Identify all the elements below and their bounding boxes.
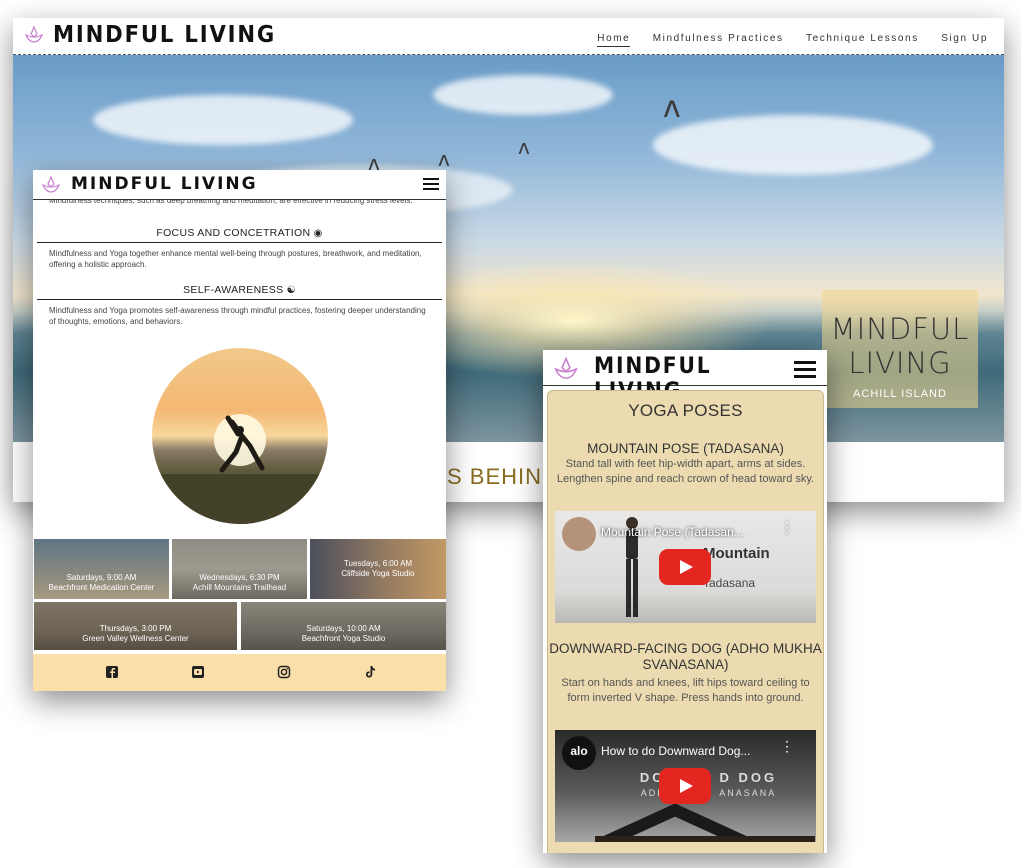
- video-overlay-subtext: Tadasana: [703, 576, 756, 590]
- nav-link-sign-up[interactable]: Sign Up: [941, 33, 988, 44]
- nav-link-technique-lessons[interactable]: Technique Lessons: [806, 33, 919, 44]
- class-tile[interactable]: Wednesdays, 6:30 PM Achill Mountains Trai…: [172, 539, 307, 599]
- pose-title: MOUNTAIN POSE (TADASANA): [587, 441, 784, 456]
- yin-yang-icon: ☯: [286, 285, 296, 296]
- hamburger-menu-icon[interactable]: [423, 178, 439, 193]
- class-place: Beachfront Medication Center: [48, 583, 155, 592]
- video-title: Mountain Pose (Tadasan...: [601, 525, 744, 539]
- bird-icon: ᴧ: [663, 90, 681, 125]
- section-title-text: FOCUS AND CONCETRATION: [156, 227, 311, 239]
- class-place: Beachfront Yoga Studio: [301, 634, 386, 643]
- lotus-logo-icon: [41, 175, 61, 193]
- mobile-screenshot: MINDFUL LIVING YOGA POSES MOUNTAIN POSE …: [543, 350, 827, 853]
- class-tile[interactable]: Saturdays, 9:00 AM Beachfront Medication …: [34, 539, 169, 599]
- yoga-poses-panel: YOGA POSES MOUNTAIN POSE (TADASANA) Stan…: [547, 390, 824, 853]
- section-title-focus: FOCUS AND CONCETRATION ◉: [37, 227, 442, 243]
- yoga-silhouette-icon: [152, 414, 328, 524]
- youtube-icon[interactable]: [191, 665, 205, 679]
- youtube-play-icon[interactable]: [659, 768, 711, 804]
- section-text-self-awareness: Mindfulness and Yoga promotes self-aware…: [49, 306, 426, 326]
- video-title: How to do Downward Dog...: [601, 744, 751, 758]
- nav-link-home[interactable]: Home: [597, 33, 631, 47]
- bird-icon: ᴧ: [438, 147, 450, 171]
- class-tile[interactable]: Saturdays, 10:00 AM Beachfront Yoga Studi…: [241, 602, 446, 650]
- bird-icon: ᴧ: [518, 135, 530, 159]
- class-place: Green Valley Wellness Center: [82, 634, 189, 643]
- downward-dog-figure: [595, 803, 815, 842]
- channel-logo-icon: alo: [562, 736, 596, 770]
- cloud-shape: [653, 115, 933, 175]
- video-embed[interactable]: Mountain Tadasana Mountain Pose (Tadasan…: [555, 511, 816, 623]
- class-time: Thursdays, 3:00 PM: [99, 624, 172, 633]
- class-time: Saturdays, 10:00 AM: [306, 624, 381, 633]
- mobile-navbar: MINDFUL LIVING: [543, 350, 827, 404]
- eye-icon: ◉: [313, 228, 323, 239]
- class-tile[interactable]: Tuesdays, 6:00 AM Cliffside Yoga Studio: [310, 539, 446, 599]
- pose-description: Stand tall with feet hip-width apart, ar…: [556, 458, 815, 485]
- more-options-icon[interactable]: ⋮: [780, 520, 794, 534]
- video-embed[interactable]: alo How to do Downward Dog... ⋮ DOWN D D…: [555, 730, 816, 842]
- instagram-icon[interactable]: [277, 665, 291, 679]
- youtube-play-icon[interactable]: [659, 549, 711, 585]
- lotus-logo-icon: [554, 356, 578, 379]
- tablet-content: Mindfulness techniques, such as deep bre…: [33, 196, 446, 539]
- panel-title: YOGA POSES: [628, 401, 743, 420]
- more-options-icon[interactable]: ⋮: [780, 739, 794, 753]
- facebook-icon[interactable]: [105, 665, 119, 679]
- tablet-navbar: MINDFUL LIVING: [33, 170, 446, 200]
- brand-name[interactable]: MINDFUL LIVING: [71, 174, 258, 194]
- section-title-text: SELF-AWARENESS: [183, 284, 284, 296]
- class-time: Saturdays, 9:00 AM: [66, 573, 137, 582]
- hero-title: MINDFUL LIVING: [830, 312, 970, 380]
- cloud-shape: [93, 95, 353, 145]
- class-time: Tuesdays, 6:00 AM: [343, 559, 413, 568]
- hero-subtitle: ACHILL ISLAND: [853, 388, 947, 400]
- class-tile[interactable]: Thursdays, 3:00 PM Green Valley Wellness …: [34, 602, 237, 650]
- pose-description: Start on hands and knees, lift hips towa…: [561, 677, 810, 704]
- nav-link-mindfulness-practices[interactable]: Mindfulness Practices: [653, 33, 784, 44]
- channel-logo-icon: [562, 517, 596, 551]
- yoga-sunset-image: [152, 348, 328, 524]
- section-title-self-awareness: SELF-AWARENESS ☯: [37, 284, 442, 300]
- brand-name[interactable]: MINDFUL LIVING: [53, 22, 276, 48]
- footer-social-bar: [33, 654, 446, 691]
- hero-title-box: MINDFUL LIVING ACHILL ISLAND: [822, 290, 978, 408]
- class-place: Cliffside Yoga Studio: [341, 569, 415, 578]
- desktop-nav-links: Home Mindfulness Practices Technique Les…: [579, 33, 988, 47]
- hamburger-menu-icon[interactable]: [794, 361, 816, 382]
- tablet-screenshot: MINDFUL LIVING Mindfulness techniques, s…: [33, 170, 446, 691]
- cloud-shape: [433, 75, 613, 115]
- lotus-logo-icon: [24, 25, 44, 43]
- video-overlay-text: Mountain: [703, 545, 770, 562]
- class-place: Achill Mountains Trailhead: [192, 583, 287, 592]
- desktop-navbar: MINDFUL LIVING Home Mindfulness Practice…: [13, 18, 1004, 55]
- class-time: Wednesdays, 6:30 PM: [199, 573, 280, 582]
- tiktok-icon[interactable]: [363, 665, 377, 679]
- section-text-focus: Mindfulness and Yoga together enhance me…: [49, 249, 422, 269]
- pose-title: DOWNWARD-FACING DOG (ADHO MUKHA SVANASAN…: [549, 641, 822, 672]
